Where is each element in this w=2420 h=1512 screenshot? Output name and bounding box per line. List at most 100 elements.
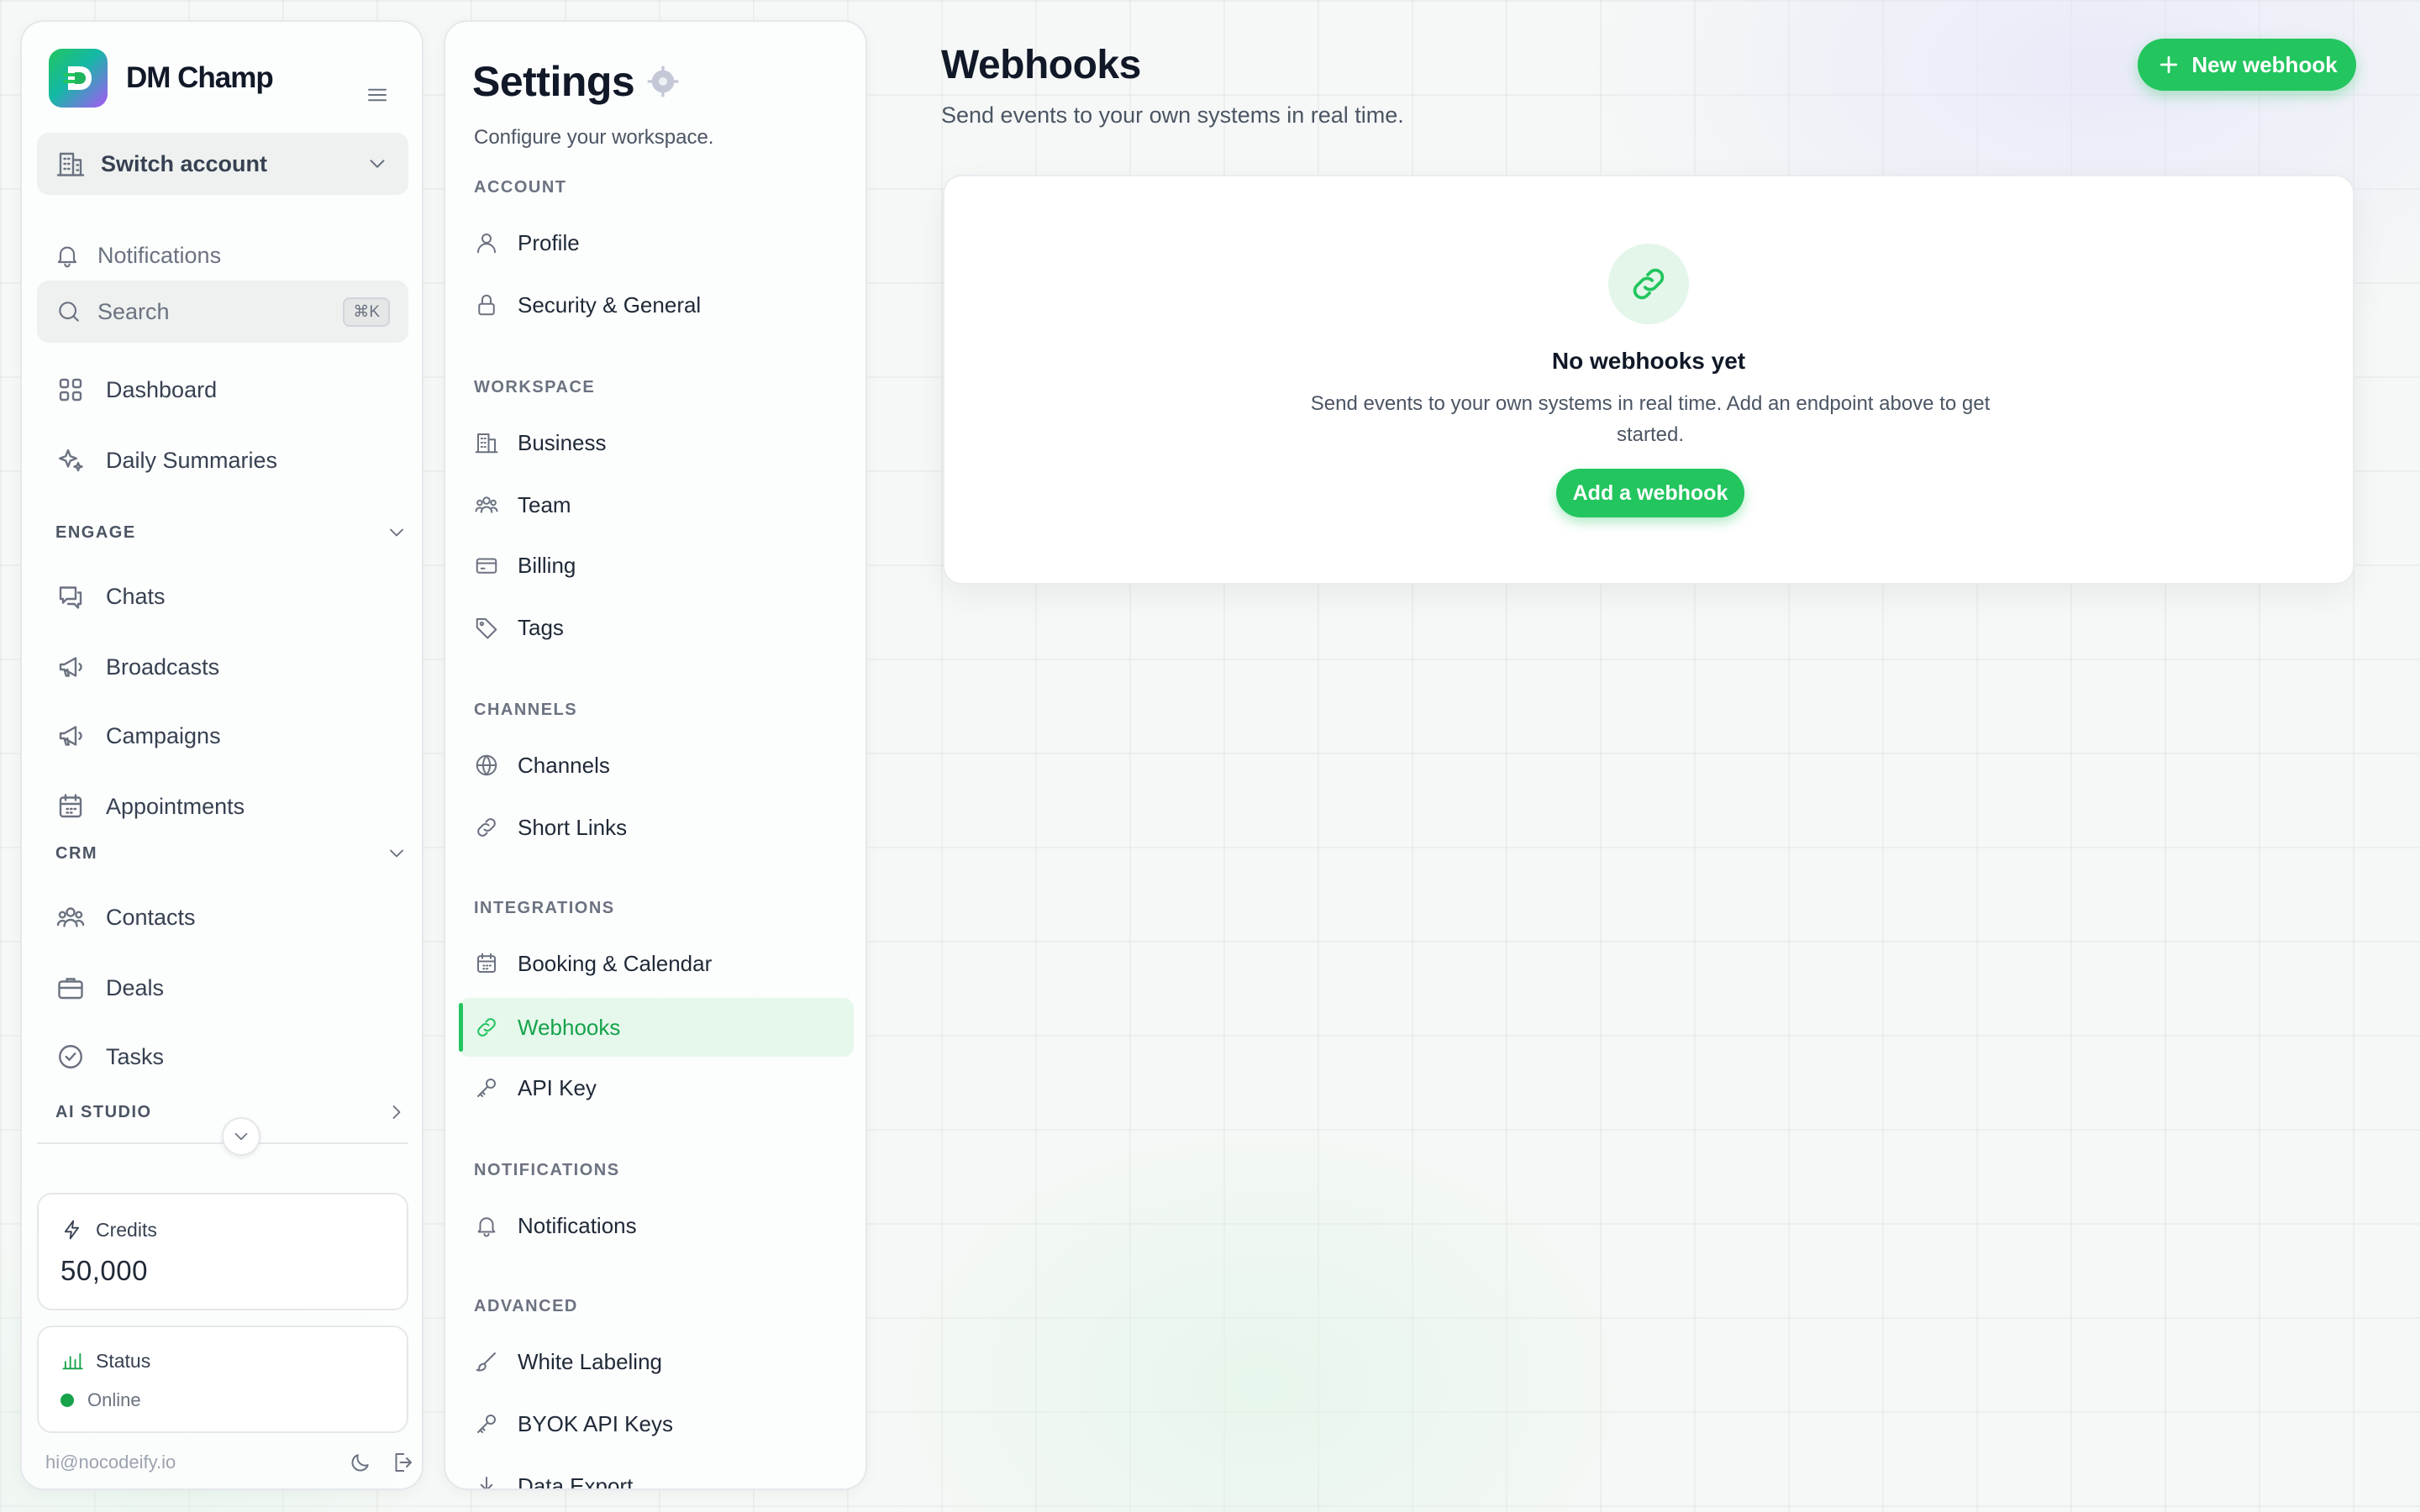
search-input[interactable]: Search ⌘K: [37, 281, 408, 343]
add-webhook-button[interactable]: Add a webhook: [1556, 469, 1744, 517]
link-icon: [477, 1018, 496, 1037]
settings-item-webhooks[interactable]: Webhooks: [459, 998, 854, 1057]
sparkles-icon: [59, 449, 83, 472]
settings-subtitle: Configure your workspace.: [474, 126, 714, 149]
settings-section-workspace: WORKSPACE: [474, 378, 596, 396]
empty-state-title: No webhooks yet: [1551, 348, 1746, 374]
link-icon: [477, 818, 496, 837]
sidebar-item-chats[interactable]: Chats: [55, 581, 166, 612]
switch-account-label: Switch account: [101, 150, 268, 176]
building-icon: [56, 152, 85, 176]
briefcase-icon: [58, 978, 83, 1000]
brand[interactable]: DM Champ: [49, 49, 274, 108]
status-card: Status Online: [37, 1326, 408, 1433]
settings-item-channels[interactable]: Channels: [474, 736, 852, 795]
search-shortcut: ⌘K: [343, 297, 390, 327]
megaphone-icon: [59, 726, 82, 746]
bar-chart-icon: [62, 1352, 83, 1370]
search-icon: [59, 302, 79, 322]
credits-label: Credits: [96, 1218, 157, 1241]
scroll-down-button[interactable]: [222, 1117, 260, 1156]
sidebar-item-dashboard[interactable]: Dashboard: [55, 375, 217, 405]
section-engage-header[interactable]: ENGAGE: [55, 521, 408, 544]
menu-icon[interactable]: [365, 82, 390, 108]
building-icon: [475, 433, 498, 454]
status-label: Status: [96, 1349, 151, 1372]
bell-icon: [57, 246, 77, 268]
lightning-icon: [64, 1220, 79, 1240]
new-webhook-button[interactable]: New webhook: [2138, 39, 2356, 91]
search-placeholder: Search: [97, 298, 170, 324]
section-crm-header[interactable]: CRM: [55, 842, 408, 865]
download-icon: [480, 1477, 493, 1488]
settings-item-white-labeling[interactable]: White Labeling: [474, 1332, 852, 1391]
brand-logo-icon: [49, 49, 108, 108]
status-value: Online: [87, 1389, 141, 1410]
page-subtitle: Send events to your own systems in real …: [941, 102, 1404, 128]
settings-item-business[interactable]: Business: [474, 413, 852, 472]
user-email: hi@nocodeify.io: [45, 1452, 176, 1473]
link-icon: [1608, 244, 1689, 324]
check-circle-icon: [59, 1045, 82, 1068]
settings-item-booking-calendar[interactable]: Booking & Calendar: [474, 934, 852, 993]
settings-item-security[interactable]: Security & General: [474, 276, 852, 334]
key-icon: [477, 1079, 496, 1097]
calendar-icon: [477, 953, 496, 973]
settings-item-api-key[interactable]: API Key: [474, 1058, 852, 1117]
sidebar-item-campaigns[interactable]: Campaigns: [55, 721, 221, 751]
chevron-down-icon: [234, 1132, 248, 1141]
calendar-icon: [59, 794, 82, 818]
credits-card: Credits 50,000: [37, 1193, 408, 1310]
page-title: Webhooks: [941, 43, 1141, 87]
credit-card-icon: [476, 558, 497, 574]
logout-icon[interactable]: [390, 1450, 415, 1475]
settings-section-channels: CHANNELS: [474, 701, 578, 719]
lock-icon: [478, 294, 495, 316]
chevron-down-icon: [390, 528, 403, 537]
settings-item-team[interactable]: Team: [474, 475, 852, 534]
empty-state-card: No webhooks yet Send events to your own …: [943, 175, 2354, 585]
sidebar-item-daily-summaries[interactable]: Daily Summaries: [55, 445, 277, 475]
status-dot: [60, 1394, 74, 1407]
settings-section-notifications: NOTIFICATIONS: [474, 1161, 620, 1179]
user-icon: [477, 234, 496, 254]
grid-icon: [59, 378, 82, 402]
sidebar-item-tasks[interactable]: Tasks: [55, 1042, 164, 1072]
plus-icon: [2160, 55, 2178, 74]
notifications-label: Notifications: [97, 242, 222, 268]
settings-item-billing[interactable]: Billing: [474, 536, 852, 595]
settings-title: Settings: [472, 57, 680, 106]
chevron-down-icon: [370, 160, 385, 168]
chevron-down-icon: [390, 849, 403, 858]
globe-icon: [476, 754, 497, 776]
settings-item-profile[interactable]: Profile: [474, 213, 852, 272]
key-icon: [477, 1415, 496, 1433]
settings-item-byok-api-keys[interactable]: BYOK API Keys: [474, 1394, 852, 1453]
settings-item-notifications[interactable]: Notifications: [474, 1196, 852, 1255]
app-sidebar: DM Champ Switch account Notifications Se…: [20, 20, 424, 1490]
chevron-right-icon: [392, 1105, 401, 1119]
sidebar-item-contacts[interactable]: Contacts: [55, 902, 196, 932]
moon-icon[interactable]: [348, 1450, 373, 1475]
settings-section-account: ACCOUNT: [474, 178, 567, 197]
bell-icon: [477, 1217, 496, 1237]
notifications-link[interactable]: Notifications: [54, 242, 221, 269]
sidebar-footer: hi@nocodeify.io: [45, 1450, 415, 1475]
credits-value: 50,000: [60, 1255, 148, 1286]
sidebar-item-broadcasts[interactable]: Broadcasts: [55, 652, 219, 682]
settings-section-integrations: INTEGRATIONS: [474, 899, 615, 917]
settings-item-data-export[interactable]: Data Export: [474, 1457, 852, 1488]
sidebar-item-deals[interactable]: Deals: [55, 973, 164, 1003]
users-icon: [475, 496, 498, 513]
settings-item-tags[interactable]: Tags: [474, 598, 852, 657]
settings-panel: Settings Configure your workspace. ACCOU…: [444, 20, 867, 1490]
gear-icon: [646, 65, 680, 98]
sidebar-item-appointments[interactable]: Appointments: [55, 791, 245, 822]
empty-state-description: Send events to your own systems in real …: [1310, 392, 1991, 446]
chat-icon: [59, 586, 82, 609]
brush-icon: [476, 1352, 496, 1372]
switch-account-button[interactable]: Switch account: [37, 133, 408, 195]
users-icon: [56, 907, 85, 927]
settings-item-short-links[interactable]: Short Links: [474, 798, 852, 857]
settings-section-advanced: ADVANCED: [474, 1297, 578, 1315]
